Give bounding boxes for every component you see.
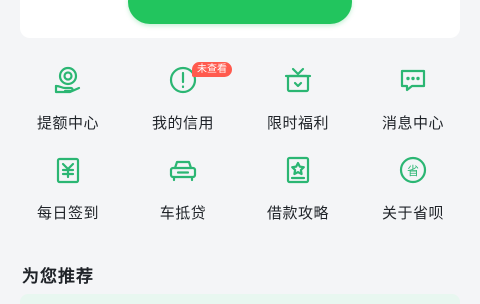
limit-increase-icon — [50, 62, 86, 98]
grid-item-label: 每日签到 — [36, 204, 99, 222]
grid-item-label: 关于省呗 — [381, 204, 444, 222]
service-grid: 提额中心 我的信用 限时福利 消息中心 每日签到 车抵贷 借款攻略 省 关于省呗 — [0, 56, 480, 236]
grid-item-label: 车抵贷 — [159, 204, 207, 222]
about-app-icon: 省 — [395, 152, 431, 188]
grid-item-label: 提额中心 — [36, 114, 99, 132]
gift-box-icon — [280, 62, 316, 98]
grid-item-daily-checkin[interactable]: 每日签到 — [8, 146, 128, 236]
grid-item-label: 我的信用 — [151, 114, 214, 132]
grid-item-loan-guide[interactable]: 借款攻略 — [238, 146, 358, 236]
grid-item-label: 消息中心 — [381, 114, 444, 132]
svg-text:省: 省 — [407, 164, 419, 178]
grid-item-label: 借款攻略 — [266, 204, 329, 222]
recommendation-card[interactable] — [20, 294, 460, 304]
grid-item-message-center[interactable]: 消息中心 — [353, 56, 473, 146]
car-loan-icon — [165, 152, 201, 188]
grid-item-label: 限时福利 — [266, 114, 329, 132]
loan-guide-icon — [280, 152, 316, 188]
grid-item-about-app[interactable]: 省 关于省呗 — [353, 146, 473, 236]
grid-item-limit-center[interactable]: 提额中心 — [8, 56, 128, 146]
daily-checkin-icon — [50, 152, 86, 188]
message-icon — [395, 62, 431, 98]
grid-item-car-loan[interactable]: 车抵贷 — [123, 146, 243, 236]
primary-action-button[interactable] — [128, 0, 352, 24]
section-title: 为您推荐 — [22, 267, 94, 287]
unviewed-badge: 未查看 — [192, 62, 232, 77]
grid-item-limited-welfare[interactable]: 限时福利 — [238, 56, 358, 146]
